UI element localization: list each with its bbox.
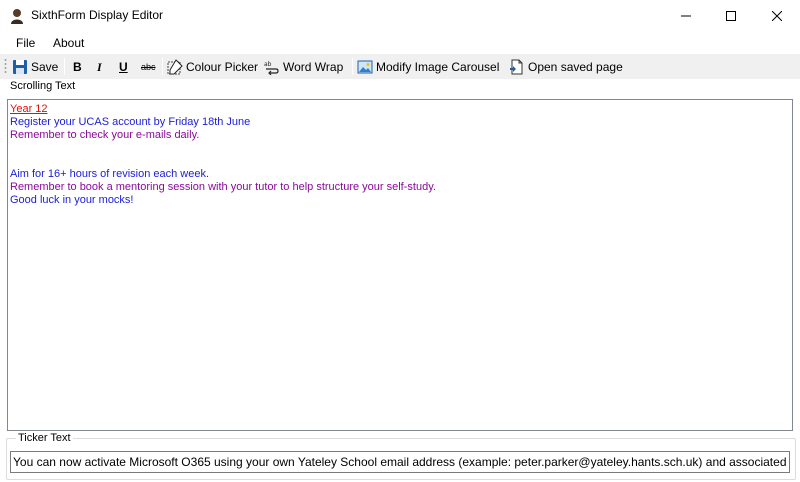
colour-picker-label: Colour Picker xyxy=(186,60,259,74)
scrolling-text-label: Scrolling Text xyxy=(10,80,76,92)
strikethrough-button[interactable]: abc xyxy=(141,57,156,77)
open-saved-page-button[interactable]: Open saved page xyxy=(509,57,623,77)
minimize-button[interactable] xyxy=(663,0,709,31)
modify-image-carousel-button[interactable]: Modify Image Carousel xyxy=(357,57,499,77)
colour-picker-button[interactable]: Colour Picker xyxy=(167,57,258,77)
app-person-icon xyxy=(11,9,23,24)
title-bar: SixthForm Display Editor xyxy=(0,0,800,31)
save-label: Save xyxy=(31,60,59,74)
close-icon xyxy=(772,10,782,21)
word-wrap-icon: ab xyxy=(264,61,279,75)
italic-button[interactable]: I xyxy=(97,57,102,77)
menu-file[interactable]: File xyxy=(16,36,35,50)
word-wrap-label: Word Wrap xyxy=(283,60,344,74)
scroll-line: Year 12 xyxy=(10,103,48,115)
close-button[interactable] xyxy=(754,0,800,31)
ticker-text-label: Ticker Text xyxy=(16,432,73,444)
scroll-line: Register your UCAS account by Friday 18t… xyxy=(10,116,251,128)
scroll-line: Good luck in your mocks! xyxy=(10,194,134,206)
toolbar-separator xyxy=(162,58,163,75)
minimize-icon xyxy=(681,15,691,16)
open-page-icon xyxy=(510,59,523,75)
maximize-button[interactable] xyxy=(708,0,754,31)
word-wrap-button[interactable]: ab Word Wrap xyxy=(264,57,343,77)
scroll-line: Remember to book a mentoring session wit… xyxy=(10,181,436,193)
scrolling-text-editor[interactable]: Year 12 Register your UCAS account by Fr… xyxy=(7,99,793,431)
toolbar-separator xyxy=(352,58,353,75)
menu-about[interactable]: About xyxy=(53,36,84,50)
ticker-text-input[interactable]: You can now activate Microsoft O365 usin… xyxy=(10,451,790,473)
toolbar-grip[interactable] xyxy=(4,58,7,75)
scroll-line: Remember to check your e-mails daily. xyxy=(10,129,200,141)
menu-bar: File About xyxy=(0,31,800,54)
toolbar: Save B I U abc Colour Picker ab Word Wra… xyxy=(0,54,800,79)
toolbar-separator xyxy=(64,58,65,75)
bold-button[interactable]: B xyxy=(73,57,82,77)
save-button[interactable]: Save xyxy=(12,57,58,77)
open-saved-page-label: Open saved page xyxy=(528,60,623,74)
maximize-icon xyxy=(726,10,736,21)
window-title: SixthForm Display Editor xyxy=(31,8,164,22)
save-icon xyxy=(13,60,27,74)
modify-image-carousel-label: Modify Image Carousel xyxy=(376,60,500,74)
svg-text:ab: ab xyxy=(264,61,272,68)
image-icon xyxy=(357,60,373,74)
scroll-line: Aim for 16+ hours of revision each week. xyxy=(10,168,210,180)
underline-button[interactable]: U xyxy=(119,57,128,77)
colour-picker-icon xyxy=(167,59,183,75)
